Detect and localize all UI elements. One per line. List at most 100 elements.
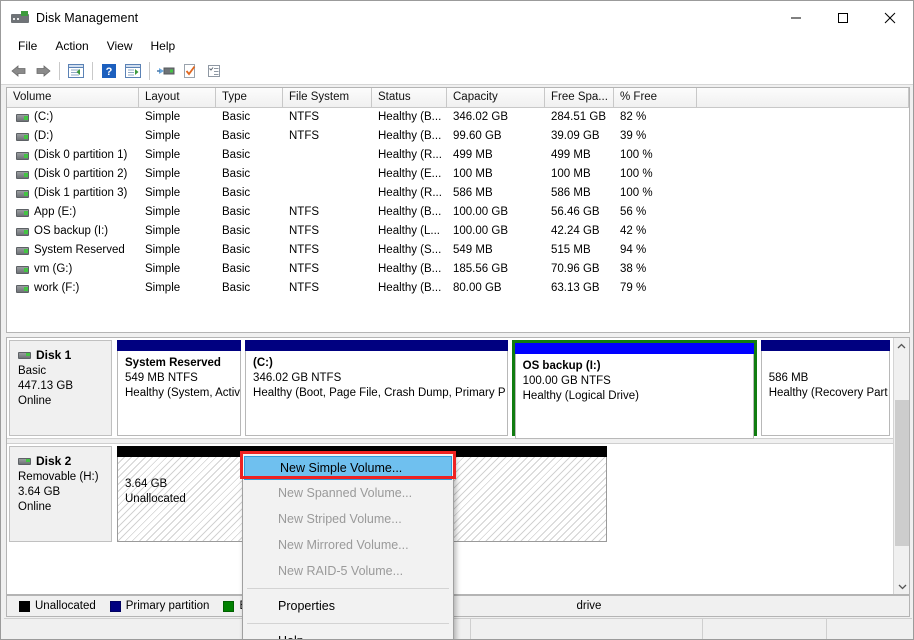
column-header-free-spa[interactable]: Free Spa... bbox=[545, 88, 614, 107]
column-header-volume[interactable]: Volume bbox=[7, 88, 139, 107]
table-row[interactable]: work (F:) Simple Basic NTFS Healthy (B... 80.… bbox=[7, 279, 909, 298]
status-segment bbox=[827, 619, 912, 639]
cell-capacity: 100 MB bbox=[453, 168, 493, 180]
cell-percent_free: 100 % bbox=[620, 187, 653, 199]
partition-block[interactable]: 586 MB Healthy (Recovery Part bbox=[760, 340, 891, 436]
volume-list-header: Volume Layout Type File System Status Capacit… bbox=[7, 88, 909, 108]
disk-info-panel[interactable]: Disk 1 Basic 447.13 GB Online bbox=[9, 340, 112, 436]
refresh-icon[interactable] bbox=[178, 59, 202, 83]
legend-swatch bbox=[109, 600, 121, 612]
menu-help[interactable]: Help bbox=[142, 37, 185, 55]
table-row[interactable]: OS backup (I:) Simple Basic NTFS Healthy (L.… bbox=[7, 222, 909, 241]
window-controls bbox=[772, 1, 913, 35]
rescan-disks-icon[interactable] bbox=[154, 59, 178, 83]
column-header-file-system[interactable]: File System bbox=[283, 88, 372, 107]
properties-icon[interactable] bbox=[202, 59, 226, 83]
table-row[interactable]: (Disk 1 partition 3) Simple Basic Healthy (… bbox=[7, 184, 909, 203]
disk-row: Disk 1 Basic 447.13 GB Online System Reserve… bbox=[7, 338, 894, 439]
context-menu-item[interactable]: Help bbox=[243, 628, 453, 639]
context-menu-item[interactable]: New Simple Volume... bbox=[244, 456, 452, 480]
scrollbar-thumb[interactable] bbox=[895, 400, 909, 546]
table-row[interactable]: (Disk 0 partition 1) Simple Basic Healthy (… bbox=[7, 146, 909, 165]
cell-percent_free: 82 % bbox=[620, 111, 647, 123]
table-row[interactable]: (D:) Simple Basic NTFS Healthy (B... 99.60 GB… bbox=[7, 127, 909, 146]
status-bar bbox=[4, 618, 912, 639]
show-hide-action-pane-icon[interactable] bbox=[121, 59, 145, 83]
partition-details: OS backup (I:) 100.00 GB NTFS Healthy (Log… bbox=[514, 354, 754, 439]
maximize-button[interactable] bbox=[819, 1, 866, 35]
cell-status: Healthy (R... bbox=[378, 187, 442, 199]
partition-status: Healthy (Logical Drive) bbox=[522, 390, 639, 402]
context-menu-item: New RAID-5 Volume... bbox=[278, 564, 404, 578]
menu-view[interactable]: View bbox=[98, 37, 142, 55]
disk-state: Online bbox=[18, 501, 52, 513]
cell-capacity: 100.00 GB bbox=[453, 225, 508, 237]
show-hide-console-tree-icon[interactable] bbox=[64, 59, 88, 83]
cell-filesystem: NTFS bbox=[289, 206, 320, 218]
cell-filesystem: NTFS bbox=[289, 282, 320, 294]
cell-layout: Simple bbox=[145, 263, 181, 275]
column-header-capacity[interactable]: Capacity bbox=[447, 88, 545, 107]
partition-size: 100.00 GB NTFS bbox=[522, 375, 611, 387]
partition-block[interactable]: System Reserved 549 MB NTFS Healthy (Syste… bbox=[117, 340, 242, 436]
partition-block[interactable]: (C:) 346.02 GB NTFS Healthy (Boot, Page Fi… bbox=[245, 340, 508, 436]
minimize-button[interactable] bbox=[772, 1, 819, 35]
disk-size: 447.13 GB bbox=[18, 380, 73, 392]
cell-layout: Simple bbox=[145, 244, 181, 256]
menu-file[interactable]: File bbox=[9, 37, 46, 55]
table-row[interactable]: vm (G:) Simple Basic NTFS Healthy (B... 185.5… bbox=[7, 260, 909, 279]
partition-color-bar bbox=[760, 340, 891, 351]
cell-layout: Simple bbox=[145, 130, 181, 142]
column-header-type[interactable]: Type bbox=[216, 88, 283, 107]
partition-title: OS backup (I:) bbox=[522, 360, 601, 372]
cell-layout: Simple bbox=[145, 111, 181, 123]
column-header--free[interactable]: % Free bbox=[614, 88, 697, 107]
cell-type: Basic bbox=[222, 225, 251, 237]
volume-label: (Disk 0 partition 2) bbox=[34, 168, 128, 180]
forward-arrow-icon[interactable] bbox=[31, 59, 55, 83]
cell-volume: (Disk 1 partition 3) bbox=[7, 184, 139, 203]
help-icon[interactable]: ? bbox=[97, 59, 121, 83]
volume-label: (Disk 0 partition 1) bbox=[34, 149, 128, 161]
cell-percent_free: 100 % bbox=[620, 168, 653, 180]
table-row[interactable]: (C:) Simple Basic NTFS Healthy (B... 346.02 G… bbox=[7, 108, 909, 127]
cell-status: Healthy (B... bbox=[378, 111, 442, 123]
disk-name: Disk 1 bbox=[36, 348, 72, 362]
cell-filesystem: NTFS bbox=[289, 225, 320, 237]
status-segment bbox=[471, 619, 703, 639]
menu-action[interactable]: Action bbox=[46, 37, 97, 55]
column-header-status[interactable]: Status bbox=[372, 88, 447, 107]
disk-size: 3.64 GB bbox=[18, 486, 61, 498]
cell-free_space: 586 MB bbox=[551, 187, 591, 199]
volume-label: (D:) bbox=[34, 130, 54, 142]
column-header-blank[interactable] bbox=[697, 88, 909, 107]
cell-status: Healthy (B... bbox=[378, 130, 442, 142]
cell-filesystem: NTFS bbox=[289, 111, 320, 123]
cell-free_space: 42.24 GB bbox=[551, 225, 600, 237]
table-row[interactable]: System Reserved Simple Basic NTFS Healthy (S… bbox=[7, 241, 909, 260]
table-row[interactable]: App (E:) Simple Basic NTFS Healthy (B... 100.… bbox=[7, 203, 909, 222]
column-header-layout[interactable]: Layout bbox=[139, 88, 216, 107]
cell-status: Healthy (B... bbox=[378, 282, 442, 294]
menu-separator bbox=[247, 623, 449, 624]
partition-block[interactable]: OS backup (I:) 100.00 GB NTFS Healthy (Log… bbox=[511, 340, 757, 439]
scroll-up-arrow-icon[interactable] bbox=[894, 338, 909, 354]
disk-info-panel[interactable]: Disk 2 Removable (H:) 3.64 GB Online bbox=[9, 446, 112, 542]
volume-label: (Disk 1 partition 3) bbox=[34, 187, 128, 199]
partition-color-bar bbox=[514, 343, 754, 354]
cell-type: Basic bbox=[222, 149, 251, 161]
graphical-view-scrollbar[interactable] bbox=[893, 338, 909, 594]
back-arrow-icon[interactable] bbox=[7, 59, 31, 83]
cell-volume: App (E:) bbox=[7, 203, 139, 222]
scroll-down-arrow-icon[interactable] bbox=[894, 578, 909, 594]
cell-percent_free: 100 % bbox=[620, 149, 653, 161]
table-row[interactable]: (Disk 0 partition 2) Simple Basic Healthy (… bbox=[7, 165, 909, 184]
partition-list: System Reserved 549 MB NTFS Healthy (Syste… bbox=[117, 340, 894, 439]
cell-capacity: 80.00 GB bbox=[453, 282, 502, 294]
partition-color-bar bbox=[245, 340, 508, 351]
partition-details: (C:) 346.02 GB NTFS Healthy (Boot, Page Fi… bbox=[245, 351, 508, 436]
close-button[interactable] bbox=[866, 1, 913, 35]
context-menu-item[interactable]: Properties bbox=[243, 593, 453, 619]
partition-status: Healthy (Boot, Page File, Crash Dump, Pr… bbox=[253, 387, 506, 399]
cell-percent_free: 94 % bbox=[620, 244, 647, 256]
